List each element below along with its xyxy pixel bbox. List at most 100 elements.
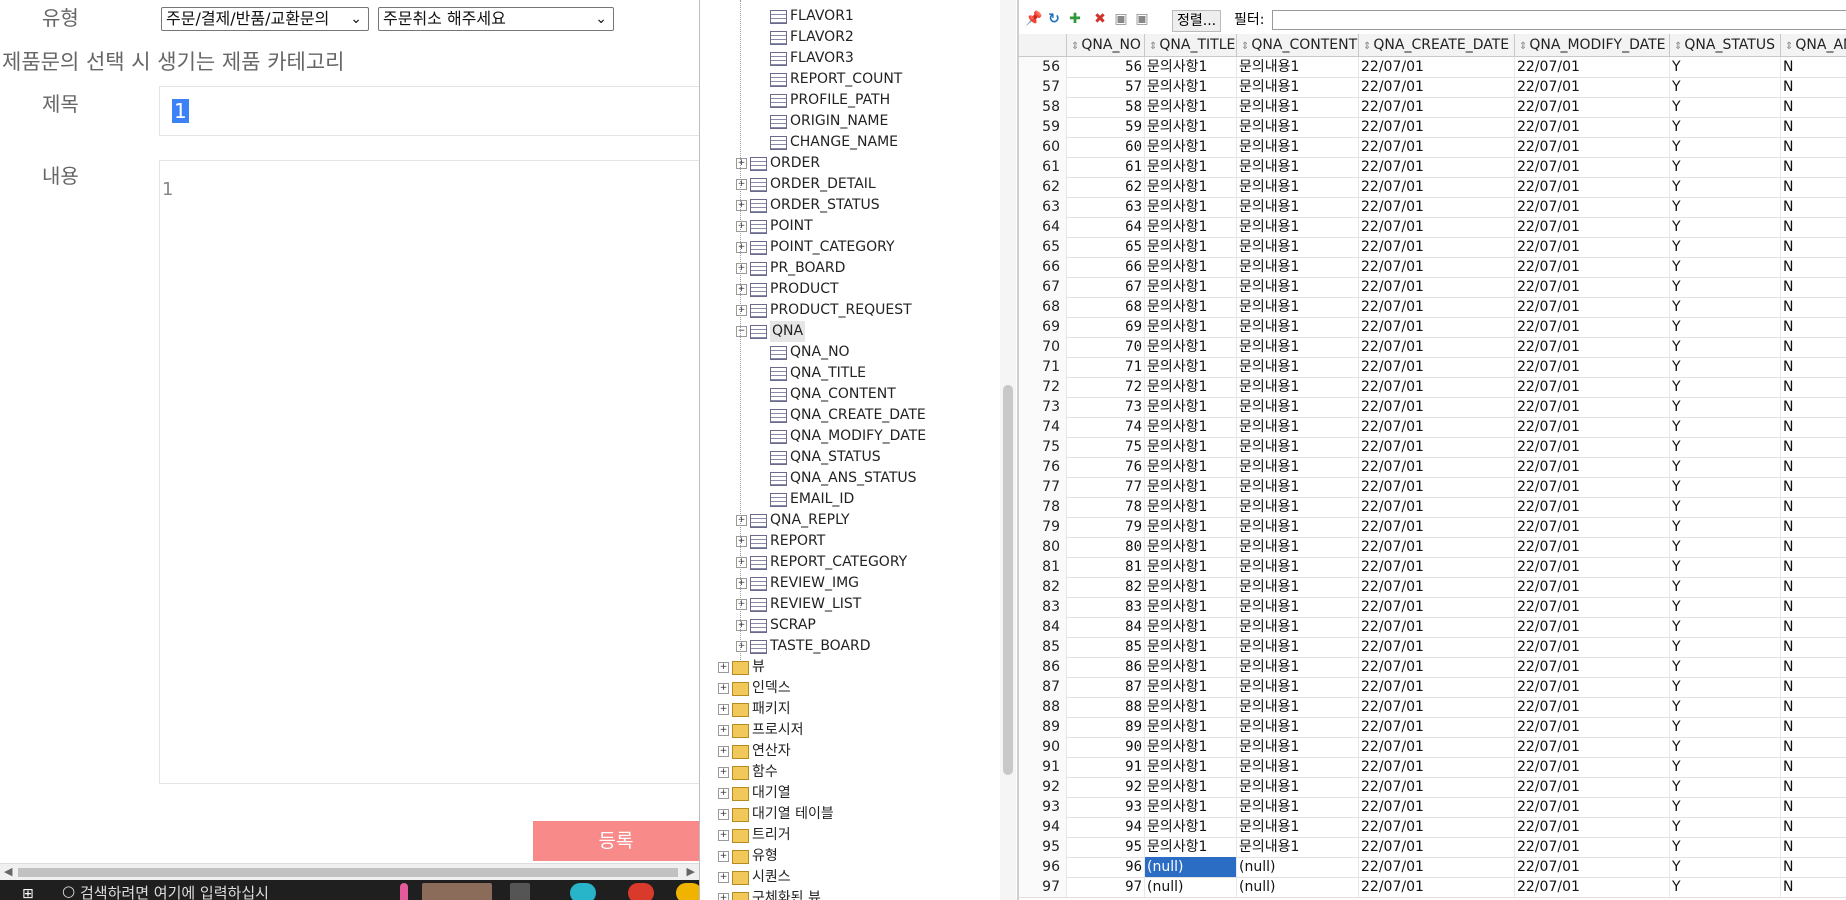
taskbar-app-icon[interactable]	[510, 883, 530, 900]
grid-cell[interactable]: 문의사항1	[1145, 717, 1237, 737]
grid-cell[interactable]: 67	[1067, 277, 1145, 297]
grid-cell[interactable]: N	[1781, 857, 1846, 877]
table-row[interactable]: 77 77 문의사항1 문의내용1 22/07/01 22/07/01 Y N	[1019, 477, 1846, 498]
grid-cell[interactable]: 문의내용1	[1237, 457, 1359, 477]
grid-cell[interactable]: 문의내용1	[1237, 677, 1359, 697]
grid-cell[interactable]: Y	[1670, 397, 1781, 417]
grid-cell[interactable]: 65	[1067, 237, 1145, 257]
grid-cell[interactable]: 문의사항1	[1145, 497, 1237, 517]
table-row[interactable]: 70 70 문의사항1 문의내용1 22/07/01 22/07/01 Y N	[1019, 337, 1846, 358]
grid-cell[interactable]: Y	[1670, 577, 1781, 597]
grid-cell[interactable]: 78	[1067, 497, 1145, 517]
column-header[interactable]: ⇕ QNA_TITLE	[1145, 34, 1237, 56]
grid-cell[interactable]: 22/07/01	[1359, 377, 1515, 397]
grid-cell[interactable]: 문의내용1	[1237, 237, 1359, 257]
grid-cell[interactable]: 22/07/01	[1515, 557, 1670, 577]
table-row[interactable]: 93 93 문의사항1 문의내용1 22/07/01 22/07/01 Y N	[1019, 797, 1846, 818]
tree-vertical-scrollbar[interactable]	[1000, 0, 1016, 900]
grid-cell[interactable]: Y	[1670, 257, 1781, 277]
expand-icon[interactable]: +	[718, 830, 729, 841]
table-row[interactable]: 87 87 문의사항1 문의내용1 22/07/01 22/07/01 Y N	[1019, 677, 1846, 698]
table-row[interactable]: 69 69 문의사항1 문의내용1 22/07/01 22/07/01 Y N	[1019, 317, 1846, 338]
grid-cell[interactable]: 22/07/01	[1515, 797, 1670, 817]
expand-icon[interactable]: +	[736, 557, 747, 568]
grid-cell[interactable]: 93	[1067, 797, 1145, 817]
grid-cell[interactable]: 문의내용1	[1237, 197, 1359, 217]
grid-cell[interactable]: Y	[1670, 237, 1781, 257]
grid-cell[interactable]: 75	[1067, 437, 1145, 457]
grid-cell[interactable]: 22/07/01	[1359, 417, 1515, 437]
column-header[interactable]: ⇕ QNA_CONTENT	[1237, 34, 1359, 56]
table-row[interactable]: 67 67 문의사항1 문의내용1 22/07/01 22/07/01 Y N	[1019, 277, 1846, 298]
grid-cell[interactable]: N	[1781, 157, 1846, 177]
table-row[interactable]: 83 83 문의사항1 문의내용1 22/07/01 22/07/01 Y N	[1019, 597, 1846, 618]
grid-cell[interactable]: 22/07/01	[1515, 677, 1670, 697]
grid-cell[interactable]: 문의내용1	[1237, 617, 1359, 637]
filter-input[interactable]	[1272, 10, 1846, 30]
title-input[interactable]: 1	[159, 86, 699, 136]
grid-cell[interactable]: 문의내용1	[1237, 157, 1359, 177]
grid-cell[interactable]: N	[1781, 817, 1846, 837]
grid-cell[interactable]: 22/07/01	[1359, 397, 1515, 417]
grid-cell[interactable]: 22/07/01	[1359, 657, 1515, 677]
grid-cell[interactable]: N	[1781, 297, 1846, 317]
grid-cell[interactable]: 문의사항1	[1145, 437, 1237, 457]
grid-cell[interactable]: 문의사항1	[1145, 177, 1237, 197]
grid-cell[interactable]: 문의내용1	[1237, 637, 1359, 657]
grid-cell[interactable]: 88	[1067, 697, 1145, 717]
grid-cell[interactable]: 22/07/01	[1359, 157, 1515, 177]
grid-cell[interactable]: N	[1781, 137, 1846, 157]
grid-cell[interactable]: 22/07/01	[1515, 177, 1670, 197]
grid-cell[interactable]: N	[1781, 277, 1846, 297]
grid-cell[interactable]: 22/07/01	[1359, 717, 1515, 737]
expand-icon[interactable]: +	[718, 746, 729, 757]
grid-cell[interactable]: 22/07/01	[1359, 797, 1515, 817]
grid-cell[interactable]: N	[1781, 697, 1846, 717]
grid-cell[interactable]: Y	[1670, 217, 1781, 237]
table-row[interactable]: 79 79 문의사항1 문의내용1 22/07/01 22/07/01 Y N	[1019, 517, 1846, 538]
content-textarea[interactable]: 1	[159, 160, 699, 784]
grid-cell[interactable]: 59	[1067, 117, 1145, 137]
grid-cell[interactable]: 22/07/01	[1515, 817, 1670, 837]
grid-cell[interactable]: 22/07/01	[1515, 357, 1670, 377]
grid-cell[interactable]: 문의사항1	[1145, 537, 1237, 557]
grid-cell[interactable]: 74	[1067, 417, 1145, 437]
grid-cell[interactable]: 22/07/01	[1515, 137, 1670, 157]
taskbar-app-thumbnail-icon[interactable]	[422, 883, 492, 900]
grid-cell[interactable]: 80	[1067, 537, 1145, 557]
grid-cell[interactable]: 문의내용1	[1237, 657, 1359, 677]
scrollbar-thumb[interactable]	[18, 868, 678, 877]
table-row[interactable]: 58 58 문의사항1 문의내용1 22/07/01 22/07/01 Y N	[1019, 97, 1846, 118]
column-header[interactable]: ⇕ QNA_MODIFY_DATE	[1515, 34, 1670, 56]
expand-icon[interactable]: +	[718, 662, 729, 673]
submit-button[interactable]: 등록	[533, 821, 699, 861]
expand-icon[interactable]: +	[718, 788, 729, 799]
grid-cell[interactable]: 22/07/01	[1359, 317, 1515, 337]
grid-cell[interactable]: 79	[1067, 517, 1145, 537]
grid-cell[interactable]: 22/07/01	[1359, 137, 1515, 157]
grid-cell[interactable]: 문의내용1	[1237, 357, 1359, 377]
table-row[interactable]: 88 88 문의사항1 문의내용1 22/07/01 22/07/01 Y N	[1019, 697, 1846, 718]
grid-cell[interactable]: Y	[1670, 417, 1781, 437]
grid-cell[interactable]: 96	[1067, 857, 1145, 877]
grid-cell[interactable]: 문의사항1	[1145, 477, 1237, 497]
grid-cell[interactable]: Y	[1670, 617, 1781, 637]
sort-arrows-icon[interactable]: ⇕	[1149, 41, 1157, 52]
grid-cell[interactable]: 22/07/01	[1359, 117, 1515, 137]
grid-cell[interactable]: 문의사항1	[1145, 197, 1237, 217]
grid-cell[interactable]: N	[1781, 397, 1846, 417]
sort-arrows-icon[interactable]: ⇕	[1241, 41, 1249, 52]
grid-cell[interactable]: 66	[1067, 257, 1145, 277]
grid-cell[interactable]: 문의사항1	[1145, 137, 1237, 157]
grid-cell[interactable]: Y	[1670, 57, 1781, 77]
grid-cell[interactable]: 문의사항1	[1145, 277, 1237, 297]
grid-cell[interactable]: 91	[1067, 757, 1145, 777]
grid-cell[interactable]: Y	[1670, 597, 1781, 617]
grid-cell[interactable]: 22/07/01	[1359, 857, 1515, 877]
grid-cell[interactable]: 22/07/01	[1359, 537, 1515, 557]
grid-cell[interactable]: 22/07/01	[1359, 757, 1515, 777]
grid-cell[interactable]: 22/07/01	[1515, 77, 1670, 97]
grid-cell[interactable]: 문의사항1	[1145, 417, 1237, 437]
grid-cell[interactable]: 문의내용1	[1237, 297, 1359, 317]
grid-cell[interactable]: Y	[1670, 317, 1781, 337]
